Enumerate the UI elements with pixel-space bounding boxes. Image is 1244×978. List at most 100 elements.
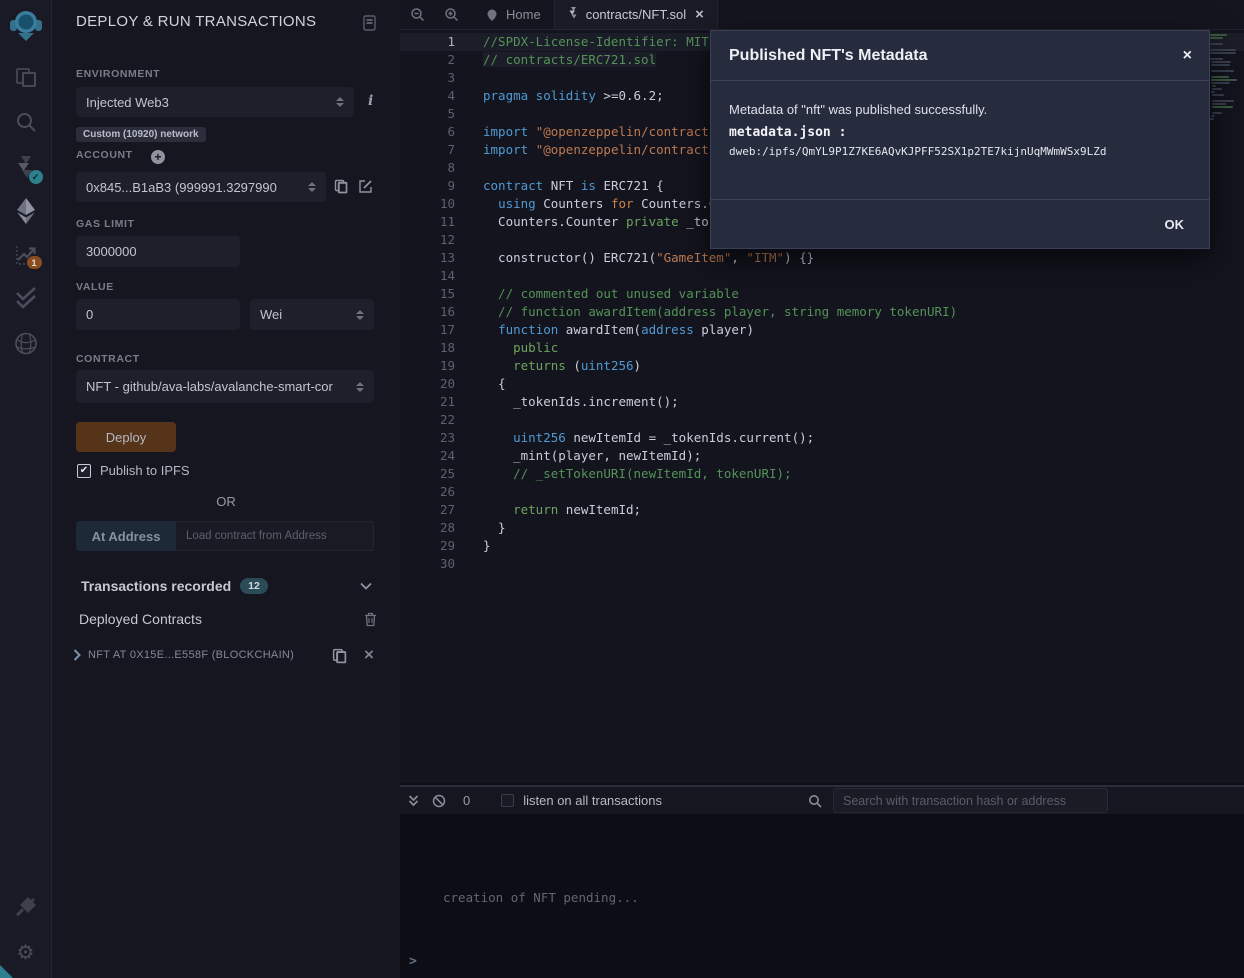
deploy-run-icon[interactable] — [13, 197, 39, 225]
ok-button[interactable]: OK — [1165, 217, 1185, 232]
gas-limit-input[interactable]: 3000000 — [76, 236, 240, 267]
code-line-19[interactable]: 19 returns (uint256) — [400, 357, 1244, 375]
deployed-contracts-label: Deployed Contracts — [79, 611, 202, 627]
transactions-count-badge: 12 — [240, 578, 268, 594]
publish-ipfs-row: ✔ Publish to IPFS — [77, 463, 190, 478]
unit-testing-icon[interactable] — [13, 287, 39, 309]
code-line-27[interactable]: 27 return newItemId; — [400, 501, 1244, 519]
chevron-updown-icon — [336, 97, 344, 107]
plugin-manager-icon[interactable] — [14, 895, 38, 919]
deploy-button[interactable]: Deploy — [76, 422, 176, 452]
code-line-21[interactable]: 21 _tokenIds.increment(); — [400, 393, 1244, 411]
modal-ipfs-link: dweb:/ipfs/QmYL9P1Z7KE6AQvKJPFF52SX1p2TE… — [729, 145, 1191, 158]
code-line-15[interactable]: 15 // commented out unused variable — [400, 285, 1244, 303]
environment-select[interactable]: Injected Web3 — [76, 87, 354, 117]
deployed-contract-label: NFT AT 0X15E...E558F (BLOCKCHAIN) — [88, 649, 294, 661]
publish-ipfs-checkbox[interactable]: ✔ — [77, 464, 91, 478]
chevron-right-icon[interactable] — [73, 649, 81, 661]
or-divider: OR — [52, 494, 400, 509]
network-badge: Custom (10920) network — [76, 127, 206, 142]
contract-select[interactable]: NFT - github/ava-labs/avalanche-smart-co… — [76, 370, 374, 403]
minimap[interactable] — [1210, 34, 1240, 124]
search-icon — [808, 794, 822, 808]
solidity-compiler-icon[interactable]: ✓ — [13, 154, 39, 184]
journal-icon[interactable] — [362, 15, 377, 31]
value-label: VALUE — [76, 281, 114, 293]
remove-contract-icon[interactable]: × — [364, 645, 374, 665]
code-line-23[interactable]: 23 uint256 newItemId = _tokenIds.current… — [400, 429, 1244, 447]
code-line-20[interactable]: 20 { — [400, 375, 1244, 393]
gas-limit-value: 3000000 — [86, 244, 137, 259]
transactions-recorded-row[interactable]: Transactions recorded 12 — [81, 578, 268, 594]
settings-icon[interactable]: ⚙ — [17, 940, 35, 965]
code-line-29[interactable]: 29} — [400, 537, 1244, 555]
remix-mini-icon — [485, 8, 499, 22]
file-explorer-icon[interactable] — [14, 66, 38, 90]
at-address-input[interactable]: Load contract from Address — [176, 521, 374, 551]
code-line-26[interactable]: 26 — [400, 483, 1244, 501]
static-analysis-icon[interactable]: 1 — [13, 242, 39, 268]
environment-value: Injected Web3 — [86, 95, 169, 110]
remix-logo[interactable] — [8, 8, 44, 44]
tab-home[interactable]: Home — [472, 0, 555, 29]
clear-deployed-icon[interactable] — [364, 612, 377, 627]
tab-close-icon[interactable]: × — [695, 6, 704, 23]
terminal-toolbar: 0 listen on all transactions — [400, 785, 1244, 814]
corner-decoration — [0, 965, 13, 978]
close-icon[interactable]: × — [1183, 47, 1192, 65]
code-line-18[interactable]: 18 public — [400, 339, 1244, 357]
add-account-icon[interactable]: + — [151, 150, 165, 164]
expand-terminal-icon[interactable] — [408, 795, 419, 807]
code-line-13[interactable]: 13 constructor() ERC721("GameItem", "ITM… — [400, 249, 1244, 267]
terminal-prompt[interactable]: > — [409, 954, 417, 969]
deployed-contracts-row: Deployed Contracts — [79, 611, 202, 629]
publish-ipfs-label: Publish to IPFS — [100, 463, 190, 478]
code-line-24[interactable]: 24 _mint(player, newItemId); — [400, 447, 1244, 465]
gas-limit-label: GAS LIMIT — [76, 218, 134, 230]
debugger-icon[interactable] — [13, 331, 38, 356]
code-line-17[interactable]: 17 function awardItem(address player) — [400, 321, 1244, 339]
analysis-count-badge: 1 — [27, 256, 42, 269]
copy-contract-icon[interactable] — [332, 648, 347, 664]
at-address-button[interactable]: At Address — [76, 521, 176, 551]
code-line-14[interactable]: 14 — [400, 267, 1244, 285]
published-metadata-modal: Published NFT's Metadata × Metadata of "… — [710, 30, 1210, 249]
code-line-25[interactable]: 25 // _setTokenURI(newItemId, tokenURI); — [400, 465, 1244, 483]
terminal-search-input[interactable] — [833, 788, 1108, 813]
deployed-contract-item[interactable]: NFT AT 0X15E...E558F (BLOCKCHAIN) — [73, 649, 294, 661]
modal-header: Published NFT's Metadata × — [711, 31, 1209, 81]
code-line-28[interactable]: 28 } — [400, 519, 1244, 537]
contract-label: CONTRACT — [76, 353, 140, 365]
code-line-30[interactable]: 30 — [400, 555, 1244, 573]
value-unit-select[interactable]: Wei — [250, 299, 374, 330]
zoom-in-icon[interactable] — [434, 0, 468, 29]
deploy-run-panel: DEPLOY & RUN TRANSACTIONS ENVIRONMENT In… — [52, 0, 400, 978]
chevron-down-icon[interactable] — [360, 582, 372, 590]
copy-account-icon[interactable] — [334, 179, 348, 194]
code-line-22[interactable]: 22 — [400, 411, 1244, 429]
terminal-log[interactable]: creation of NFT pending... > — [400, 814, 1244, 978]
value-input[interactable]: 0 — [76, 299, 240, 330]
modal-body: Metadata of "nft" was published successf… — [711, 81, 1209, 199]
panel-title: DEPLOY & RUN TRANSACTIONS — [76, 13, 316, 30]
tab-nft-sol[interactable]: contracts/NFT.sol × — [555, 0, 718, 29]
value-unit: Wei — [260, 307, 282, 322]
modal-title: Published NFT's Metadata — [729, 47, 928, 65]
account-select[interactable]: 0x845...B1aB3 (999991.3297990 — [76, 172, 326, 202]
terminal-log-line: creation of NFT pending... — [443, 890, 639, 905]
zoom-out-icon[interactable] — [400, 0, 434, 29]
edit-account-icon[interactable] — [358, 179, 373, 194]
environment-label: ENVIRONMENT — [76, 68, 160, 80]
chevron-updown-icon — [356, 382, 364, 392]
listen-transactions-checkbox[interactable] — [501, 794, 514, 807]
modal-file-label: metadata.json : — [729, 125, 1191, 140]
modal-footer: OK — [711, 199, 1209, 248]
environment-info-icon[interactable]: i — [368, 93, 373, 109]
code-line-16[interactable]: 16 // function awardItem(address player,… — [400, 303, 1244, 321]
solidity-file-icon — [568, 7, 579, 22]
clear-console-icon[interactable] — [432, 794, 446, 808]
account-label: ACCOUNT — [76, 149, 133, 161]
pending-tx-count: 0 — [463, 793, 470, 808]
search-icon[interactable] — [14, 110, 38, 134]
contract-value: NFT - github/ava-labs/avalanche-smart-co… — [86, 379, 333, 394]
